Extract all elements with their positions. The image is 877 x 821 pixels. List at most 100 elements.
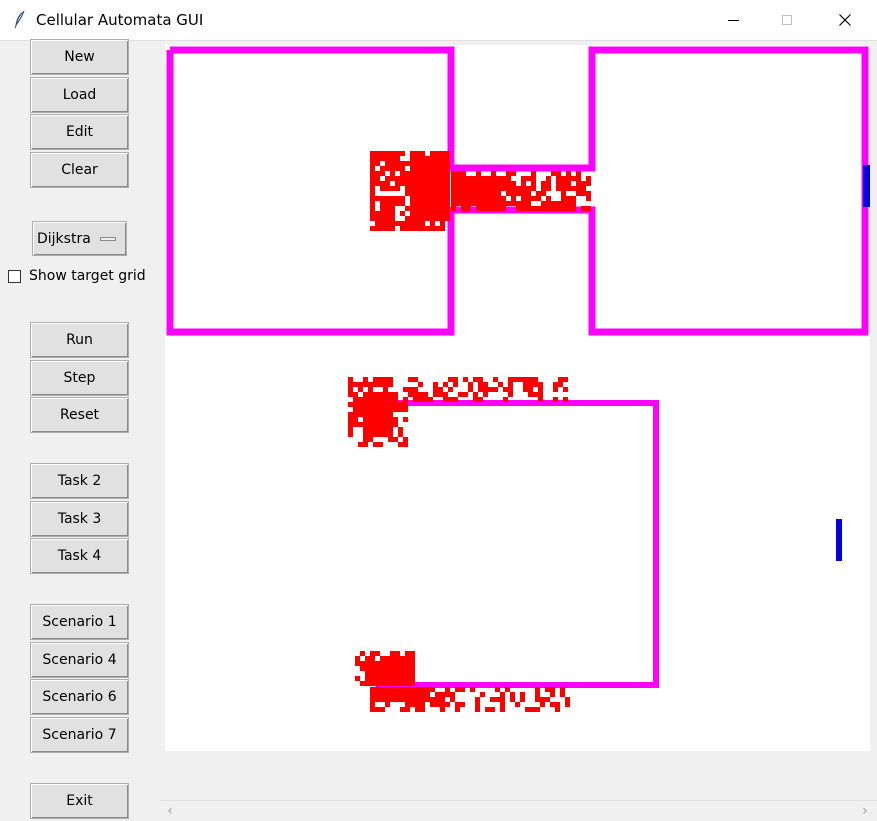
pedestrian-cell xyxy=(425,697,430,702)
pedestrian-cell xyxy=(435,226,440,231)
pedestrian-cell xyxy=(383,377,388,382)
scenario-6-button[interactable]: Scenario 6 xyxy=(30,679,129,715)
pedestrian-cell xyxy=(581,191,586,196)
exit-button[interactable]: Exit xyxy=(30,783,129,819)
pedestrian-cell xyxy=(410,171,415,176)
pedestrian-cell xyxy=(520,697,525,702)
pedestrian-cell xyxy=(506,191,511,196)
pedestrian-cell xyxy=(535,697,540,702)
show-target-grid-toggle[interactable]: Show target grid xyxy=(8,266,146,286)
scenario-7-button[interactable]: Scenario 7 xyxy=(30,717,129,753)
pedestrian-cell xyxy=(526,201,531,206)
pedestrian-cell xyxy=(380,211,385,216)
run-button[interactable]: Run xyxy=(30,322,129,358)
scenario-1-button[interactable]: Scenario 1 xyxy=(30,604,129,640)
close-button[interactable] xyxy=(822,0,868,40)
edit-button[interactable]: Edit xyxy=(30,114,129,150)
simulation-canvas[interactable] xyxy=(165,45,870,751)
pedestrian-cell xyxy=(368,402,373,407)
pedestrian-cell xyxy=(348,432,353,437)
scenario-4-button[interactable]: Scenario 4 xyxy=(30,642,129,678)
pedestrian-cell xyxy=(481,201,486,206)
pedestrian-cell xyxy=(425,216,430,221)
pedestrian-cell xyxy=(385,656,390,661)
pedestrian-cell xyxy=(501,176,506,181)
pedestrian-cell xyxy=(395,151,400,156)
pedestrian-cell xyxy=(440,191,445,196)
chevron-right-icon[interactable]: › xyxy=(857,803,873,819)
pedestrian-cell xyxy=(566,206,571,211)
pedestrian-cell xyxy=(405,661,410,666)
pedestrian-cell xyxy=(383,387,388,392)
pedestrian-cell xyxy=(388,392,393,397)
pedestrian-cell xyxy=(363,392,368,397)
task-2-button[interactable]: Task 2 xyxy=(30,463,129,499)
pedestrian-cell xyxy=(448,377,453,382)
pedestrian-cell xyxy=(440,166,445,171)
algorithm-dropdown[interactable]: Dijkstra xyxy=(32,221,127,256)
task-3-button[interactable]: Task 3 xyxy=(30,501,129,537)
pedestrian-cell xyxy=(435,206,440,211)
pedestrian-cell xyxy=(420,687,425,692)
pedestrian-cell xyxy=(435,211,440,216)
step-button[interactable]: Step xyxy=(30,360,129,396)
pedestrian-cell xyxy=(546,201,551,206)
pedestrian-cell xyxy=(440,211,445,216)
pedestrian-layer xyxy=(348,151,591,712)
show-target-grid-checkbox[interactable] xyxy=(8,269,21,283)
pedestrian-cell xyxy=(403,387,408,392)
pedestrian-cell xyxy=(415,201,420,206)
pedestrian-cell xyxy=(358,422,363,427)
pedestrian-cell xyxy=(378,392,383,397)
pedestrian-cell xyxy=(388,412,393,417)
horizontal-scrollbar[interactable]: ‹ › xyxy=(160,800,877,821)
pedestrian-cell xyxy=(383,417,388,422)
pedestrian-cell xyxy=(395,671,400,676)
pedestrian-cell xyxy=(498,382,503,387)
pedestrian-cell xyxy=(415,186,420,191)
pedestrian-cell xyxy=(483,392,488,397)
pedestrian-cell xyxy=(556,171,561,176)
pedestrian-cell xyxy=(506,176,511,181)
title-bar[interactable]: Cellular Automata GUI xyxy=(0,0,877,41)
pedestrian-cell xyxy=(535,692,540,697)
pedestrian-cell xyxy=(491,171,496,176)
pedestrian-cell xyxy=(481,196,486,201)
pedestrian-cell xyxy=(443,397,448,402)
pedestrian-cell xyxy=(380,671,385,676)
pedestrian-cell xyxy=(380,656,385,661)
pedestrian-cell xyxy=(508,392,513,397)
pedestrian-cell xyxy=(451,196,456,201)
pedestrian-cell xyxy=(385,161,390,166)
reset-button[interactable]: Reset xyxy=(30,397,129,433)
pedestrian-cell xyxy=(556,176,561,181)
clear-button[interactable]: Clear xyxy=(30,152,129,188)
pedestrian-cell xyxy=(445,176,450,181)
load-button[interactable]: Load xyxy=(30,77,129,113)
maximize-button[interactable] xyxy=(764,0,810,40)
pedestrian-cell xyxy=(375,221,380,226)
pedestrian-cell xyxy=(551,171,556,176)
pedestrian-cell xyxy=(430,226,435,231)
pedestrian-cell xyxy=(496,201,501,206)
pedestrian-cell xyxy=(410,176,415,181)
pedestrian-cell xyxy=(531,176,536,181)
pedestrian-cell xyxy=(353,392,358,397)
pedestrian-cell xyxy=(405,161,410,166)
pedestrian-cell xyxy=(496,206,501,211)
minimize-button[interactable] xyxy=(710,0,756,40)
pedestrian-cell xyxy=(440,151,445,156)
simulation-grid[interactable] xyxy=(165,45,870,751)
new-button[interactable]: New xyxy=(30,39,129,75)
pedestrian-cell xyxy=(405,226,410,231)
pedestrian-cell xyxy=(566,201,571,206)
task-4-button[interactable]: Task 4 xyxy=(30,538,129,574)
chevron-left-icon[interactable]: ‹ xyxy=(162,803,178,819)
pedestrian-cell xyxy=(435,156,440,161)
pedestrian-cell xyxy=(440,176,445,181)
obstacle-layer xyxy=(166,46,869,688)
pedestrian-cell xyxy=(400,666,405,671)
pedestrian-cell xyxy=(491,196,496,201)
pedestrian-cell xyxy=(375,176,380,181)
pedestrian-cell xyxy=(415,161,420,166)
